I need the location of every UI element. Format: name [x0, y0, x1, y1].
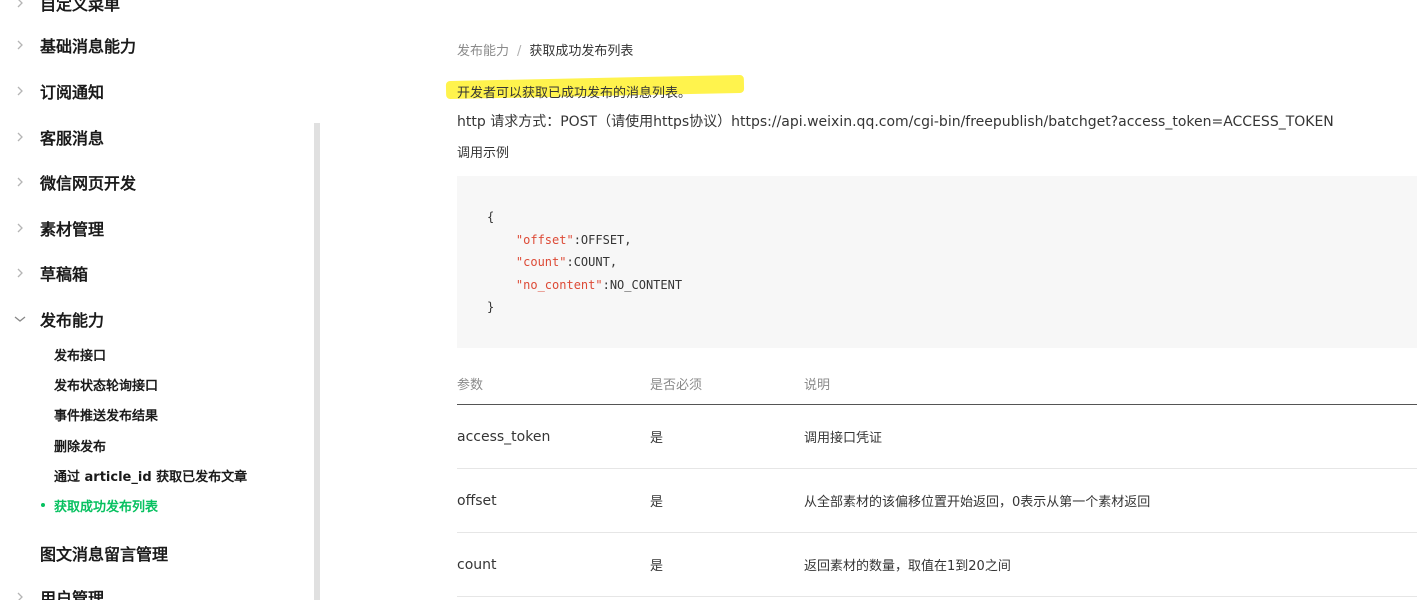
sidebar-item-label: 自定义菜单	[40, 0, 121, 14]
sidebar-item-label: 发布能力	[40, 311, 105, 330]
chevron-right-icon	[14, 267, 26, 279]
code-key: "no_content"	[515, 277, 603, 292]
intro-text: 开发者可以获取已成功发布的消息列表。	[457, 86, 692, 101]
chevron-right-icon	[14, 39, 26, 51]
sidebar-item-label: 订阅通知	[40, 83, 105, 102]
code-brace-open: {	[487, 210, 495, 224]
table-cell-required: 是	[650, 431, 664, 446]
table-cell-description: 调用接口凭证	[804, 431, 883, 446]
table-cell-param: offset	[457, 492, 497, 509]
table-row: count 是 返回素材的数量，取值在1到20之间	[457, 533, 1417, 597]
table-header-cell: 参数	[457, 377, 484, 393]
table-cell-param: count	[457, 556, 497, 573]
sidebar-item-label: 用户管理	[40, 589, 105, 600]
http-request-line: http 请求方式：POST（请使用https协议）https://api.we…	[457, 114, 1334, 130]
param-table: 参数 是否必须 说明 access_token 是 调用接口凭证 offset …	[457, 362, 1417, 597]
breadcrumb-separator: /	[517, 44, 522, 59]
chevron-right-icon	[14, 0, 26, 9]
chevron-right-icon	[14, 222, 26, 234]
table-row: access_token 是 调用接口凭证	[457, 405, 1417, 469]
code-value: :NO_CONTENT	[602, 277, 683, 292]
code-key: "offset"	[515, 232, 574, 247]
chevron-right-icon	[14, 591, 26, 600]
table-cell-param: access_token	[457, 428, 551, 445]
code-line: "offset":OFFSET,	[487, 229, 1387, 252]
code-key: "count"	[515, 255, 567, 269]
chevron-right-icon	[14, 85, 26, 97]
sidebar-item-label: 客服消息	[40, 129, 105, 148]
table-cell-description: 从全部素材的该偏移位置开始返回，0表示从第一个素材返回	[804, 495, 1151, 510]
sidebar-subitem-label: 删除发布	[54, 439, 107, 455]
sidebar-subitem-label: 事件推送发布结果	[54, 408, 159, 424]
docs-page: 自定义菜单 基础消息能力 订阅通知 客服消息 微信网页开发 素材管理 草稿箱 发…	[0, 0, 1424, 600]
main-content: 发布能力 / 获取成功发布列表 开发者可以获取已成功发布的消息列表。 http 请求…	[322, 0, 1424, 600]
breadcrumb-parent-link[interactable]: 发布能力	[457, 44, 509, 59]
table-header-cell: 说明	[804, 377, 831, 393]
sidebar-item-label: 微信网页开发	[40, 174, 137, 193]
breadcrumb: 发布能力 / 获取成功发布列表	[457, 40, 633, 59]
chevron-right-icon	[14, 131, 26, 143]
table-header: 参数 是否必须 说明	[457, 362, 1417, 405]
sidebar-subitem-publish-status[interactable]: 发布状态轮询接口	[54, 373, 158, 395]
sidebar-subitem-publish-api[interactable]: 发布接口	[54, 343, 106, 365]
example-label: 调用示例	[457, 146, 510, 161]
table-row: offset 是 从全部素材的该偏移位置开始返回，0表示从第一个素材返回	[457, 469, 1417, 533]
sidebar-item-label: 图文消息留言管理	[40, 545, 169, 564]
sidebar-subitem-publish-list[interactable]: 获取成功发布列表	[41, 494, 159, 516]
sidebar-subitem-label: 通过 article_id 获取已发布文章	[54, 469, 248, 485]
sidebar-scrollbar-thumb[interactable]	[314, 123, 320, 600]
sidebar-subitem-event-push[interactable]: 事件推送发布结果	[54, 403, 158, 425]
sidebar-subitem-label: 获取成功发布列表	[54, 499, 159, 515]
code-line: "count":COUNT,	[487, 251, 1387, 274]
sidebar-subitem-delete-publish[interactable]: 删除发布	[54, 434, 106, 456]
sidebar-subitem-label: 发布状态轮询接口	[54, 378, 159, 394]
table-header-cell: 是否必须	[650, 377, 703, 393]
sidebar-item-label: 草稿箱	[40, 265, 89, 284]
chevron-right-icon	[14, 176, 26, 188]
table-cell-required: 是	[650, 559, 664, 574]
active-dot-icon	[41, 503, 45, 507]
sidebar-nav: 自定义菜单 基础消息能力 订阅通知 客服消息 微信网页开发 素材管理 草稿箱 发…	[0, 0, 314, 600]
code-value: :OFFSET,	[573, 232, 632, 247]
breadcrumb-current: 获取成功发布列表	[529, 44, 634, 59]
code-block: { "offset":OFFSET, "count":COUNT, "no_co…	[457, 176, 1417, 348]
code-brace-close: }	[487, 300, 495, 314]
sidebar-item-label: 素材管理	[40, 220, 105, 239]
code-line: "no_content":NO_CONTENT	[487, 274, 1387, 297]
code-value: :COUNT,	[566, 255, 618, 269]
table-cell-description: 返回素材的数量，取值在1到20之间	[804, 559, 1011, 574]
sidebar-subitem-get-article[interactable]: 通过 article_id 获取已发布文章	[54, 464, 247, 486]
sidebar-item-label: 基础消息能力	[40, 37, 137, 56]
table-cell-required: 是	[650, 495, 664, 510]
chevron-down-icon	[14, 313, 26, 325]
sidebar-subitem-label: 发布接口	[54, 348, 107, 364]
